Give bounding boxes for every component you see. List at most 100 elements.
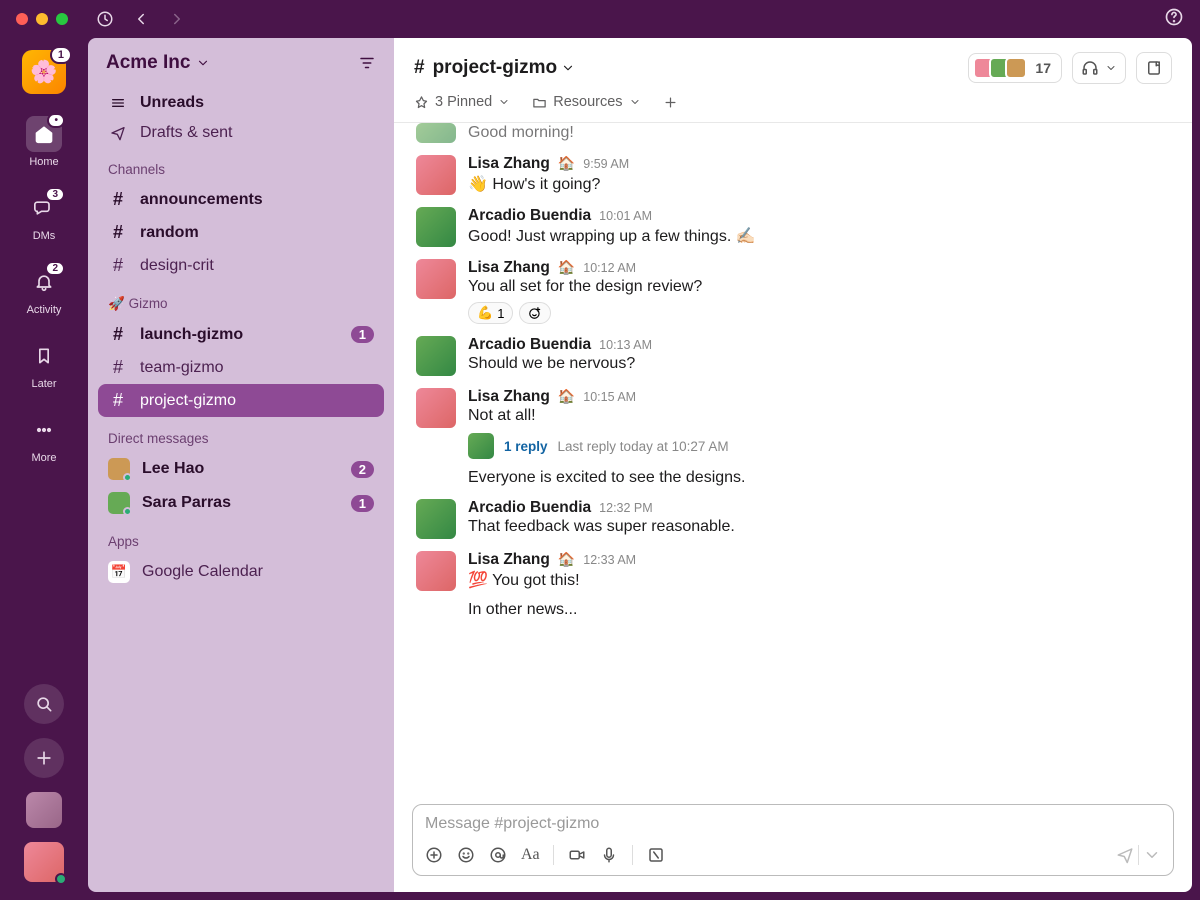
back-icon[interactable] <box>132 10 150 28</box>
timestamp[interactable]: 12:33 AM <box>583 553 636 567</box>
avatar[interactable] <box>416 155 456 195</box>
message[interactable]: Lisa Zhang🏠9:59 AM 👋 How's it going? <box>416 149 1170 201</box>
timestamp[interactable]: 10:12 AM <box>583 261 636 275</box>
format-icon[interactable]: Aa <box>521 846 539 864</box>
filter-icon[interactable] <box>358 54 376 72</box>
pinned-button[interactable]: 3 Pinned <box>414 94 510 110</box>
avatar[interactable] <box>416 123 456 143</box>
author-name[interactable]: Lisa Zhang <box>468 155 550 173</box>
message-text: In other news... <box>468 597 1170 625</box>
resources-button[interactable]: Resources <box>532 94 640 110</box>
timestamp[interactable]: 9:59 AM <box>583 157 629 171</box>
workspace-menu[interactable]: Acme Inc <box>106 52 210 74</box>
chevron-down-icon <box>1105 62 1117 74</box>
channel-launch-gizmo[interactable]: #launch-gizmo1 <box>98 318 384 351</box>
forward-icon[interactable] <box>168 10 186 28</box>
author-name[interactable]: Lisa Zhang <box>468 388 550 406</box>
members-button[interactable]: 17 <box>968 53 1062 83</box>
app-google-calendar[interactable]: 📅Google Calendar <box>98 555 384 589</box>
rail-later[interactable]: Later <box>0 330 88 398</box>
send-button[interactable] <box>1116 845 1161 865</box>
message-text: Good! Just wrapping up a few things. ✍🏻 <box>468 226 1170 246</box>
rail-dms[interactable]: 3 DMs <box>0 182 88 250</box>
status-emoji: 🏠 <box>558 259 575 276</box>
channel-project-gizmo[interactable]: #project-gizmo <box>98 384 384 417</box>
add-reaction[interactable] <box>519 302 551 324</box>
status-emoji: 🏠 <box>558 551 575 568</box>
author-name[interactable]: Lisa Zhang <box>468 551 550 569</box>
channel-announcements[interactable]: #announcements <box>98 183 384 216</box>
timestamp[interactable]: 10:01 AM <box>599 209 652 223</box>
channels-header[interactable]: Channels <box>98 148 384 183</box>
message[interactable]: Arcadio Buendia12:32 PM That feedback wa… <box>416 493 1170 545</box>
channel-title[interactable]: #project-gizmo <box>414 57 575 79</box>
mic-icon[interactable] <box>600 846 618 864</box>
history-icon[interactable] <box>96 10 114 28</box>
workspace-switcher[interactable]: 🌸1 <box>22 50 66 94</box>
dm-lee-hao[interactable]: Lee Hao2 <box>98 452 384 486</box>
avatar[interactable] <box>416 259 456 299</box>
channel-design-crit[interactable]: #design-crit <box>98 249 384 282</box>
rail-more[interactable]: More <box>0 404 88 472</box>
rail-activity[interactable]: 2 Activity <box>0 256 88 324</box>
message[interactable]: Lisa Zhang🏠10:15 AM Not at all!1 replyLa… <box>416 382 1170 465</box>
channel-random[interactable]: #random <box>98 216 384 249</box>
canvas-button[interactable] <box>1136 52 1172 84</box>
message[interactable]: Arcadio Buendia10:13 AM Should we be ner… <box>416 330 1170 382</box>
status-emoji: 🏠 <box>558 388 575 405</box>
search-icon <box>34 694 54 714</box>
gizmo-header[interactable]: Gizmo <box>98 282 384 318</box>
add-bookmark-button[interactable] <box>663 95 678 110</box>
timestamp[interactable]: 10:13 AM <box>599 338 652 352</box>
search-button[interactable] <box>24 684 64 724</box>
chevron-down-icon <box>561 61 575 75</box>
drafts-row[interactable]: Drafts & sent <box>98 118 384 148</box>
emoji-icon[interactable] <box>457 846 475 864</box>
reaction[interactable]: 💪1 <box>468 302 513 324</box>
dm-header[interactable]: Direct messages <box>98 417 384 452</box>
avatar[interactable] <box>416 499 456 539</box>
rail-home[interactable]: • Home <box>0 108 88 176</box>
create-button[interactable] <box>24 738 64 778</box>
plus-icon <box>663 95 678 110</box>
author-name[interactable]: Arcadio Buendia <box>468 207 591 225</box>
secondary-avatar[interactable] <box>26 792 62 828</box>
message[interactable]: Good morning! <box>416 123 1170 149</box>
huddle-button[interactable] <box>1072 52 1126 84</box>
message-text: You all set for the design review? <box>468 278 1170 296</box>
avatar[interactable] <box>416 388 456 428</box>
shortcut-icon[interactable] <box>647 846 665 864</box>
message-text: 👋 How's it going? <box>468 174 1170 194</box>
author-name[interactable]: Arcadio Buendia <box>468 336 591 354</box>
headphones-icon <box>1081 59 1099 77</box>
message[interactable]: Lisa Zhang 🏠 10:12 AM You all set for the … <box>416 253 1170 330</box>
chevron-down-icon <box>629 96 641 108</box>
avatar[interactable] <box>416 336 456 376</box>
message-text: 💯 You got this! <box>468 570 1170 590</box>
video-icon[interactable] <box>568 846 586 864</box>
apps-header[interactable]: Apps <box>98 520 384 555</box>
avatar[interactable] <box>416 551 456 591</box>
author-name[interactable]: Arcadio Buendia <box>468 499 591 517</box>
window-controls[interactable] <box>16 13 68 25</box>
bookmark-icon <box>34 346 54 366</box>
author-name[interactable]: Lisa Zhang <box>468 259 550 277</box>
thread-link[interactable]: 1 replyLast reply today at 10:27 AM <box>468 433 1170 459</box>
message[interactable]: Lisa Zhang 🏠 12:33 AM 💯 You got this! <box>416 545 1170 597</box>
channel-team-gizmo[interactable]: #team-gizmo <box>98 351 384 384</box>
message-input[interactable] <box>425 815 1161 833</box>
attach-icon[interactable] <box>425 846 443 864</box>
avatar <box>468 433 494 459</box>
folder-icon <box>532 95 547 110</box>
message-composer[interactable]: Aa <box>412 804 1174 876</box>
user-avatar[interactable] <box>24 842 64 882</box>
timestamp[interactable]: 12:32 PM <box>599 501 653 515</box>
mention-icon[interactable] <box>489 846 507 864</box>
help-icon[interactable] <box>1164 7 1184 27</box>
timestamp[interactable]: 10:15 AM <box>583 390 636 404</box>
message[interactable]: Arcadio Buendia 10:01 AM Good! Just wrapp… <box>416 201 1170 253</box>
unreads-row[interactable]: Unreads <box>98 88 384 118</box>
dm-sara-parras[interactable]: Sara Parras1 <box>98 486 384 520</box>
avatar[interactable] <box>416 207 456 247</box>
message-text: Good morning! <box>468 124 1170 142</box>
